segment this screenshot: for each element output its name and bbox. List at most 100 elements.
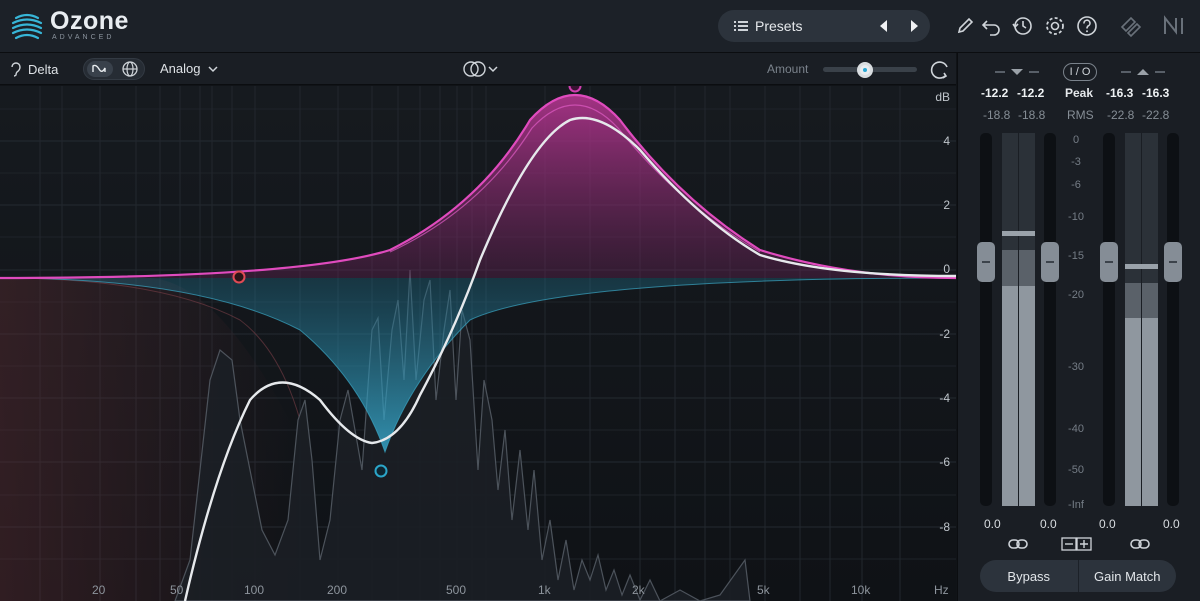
- output-gain-right-value[interactable]: 0.0: [1163, 517, 1180, 531]
- input-gain-left-value[interactable]: 0.0: [984, 517, 1001, 531]
- bypass-button[interactable]: Bypass: [980, 560, 1078, 592]
- reset-icon[interactable]: [930, 59, 952, 81]
- input-peak-hold: [1002, 231, 1035, 236]
- input-gain-left-slot[interactable]: [980, 133, 992, 506]
- bypass-gainmatch-bar: Bypass Gain Match: [980, 560, 1176, 592]
- input-gain-right-slot[interactable]: [1044, 133, 1056, 506]
- db-tick: -2: [939, 327, 950, 341]
- globe-icon: [122, 61, 138, 77]
- db-tick: -4: [939, 391, 950, 405]
- io-meters-panel: I / O -12.2 -12.2 Peak -16.3 -16.3 -18.8…: [957, 53, 1200, 601]
- output-rms-right: -22.8: [1142, 108, 1170, 122]
- presets-label[interactable]: Presets: [755, 18, 802, 34]
- hz-tick: 500: [446, 583, 467, 597]
- db-tick: 4: [943, 134, 950, 148]
- meter-scale-label: -Inf: [1068, 499, 1084, 511]
- hz-tick: 50: [170, 583, 184, 597]
- meter-scale-label: 0: [1072, 134, 1080, 146]
- band-node-high[interactable]: [568, 79, 582, 93]
- chevron-down-icon: [208, 65, 219, 72]
- hz-tick: 2k: [632, 583, 645, 597]
- meter-scale-label: -3: [1071, 156, 1081, 168]
- output-meter-left-rms: [1125, 283, 1141, 318]
- input-gain-left-fader[interactable]: [977, 242, 995, 282]
- input-rms-left: -18.8: [983, 108, 1011, 122]
- eq-display[interactable]: dB 4 2 0 -2 -4 -6 -8: [0, 79, 957, 601]
- input-collapse-icon[interactable]: [992, 67, 1042, 77]
- band-node-mid[interactable]: [374, 464, 388, 478]
- input-link-icon[interactable]: [1008, 537, 1028, 551]
- meter-scale-label: -50: [1068, 464, 1084, 476]
- stereo-mode-icon[interactable]: [462, 59, 500, 79]
- header-bar: Ozone ADVANCED Presets: [0, 0, 1200, 53]
- next-preset-icon[interactable]: [906, 18, 922, 34]
- previous-preset-icon[interactable]: [876, 18, 892, 34]
- db-unit-label: dB: [935, 90, 950, 104]
- ni-link-icon[interactable]: [1118, 13, 1144, 39]
- input-meter-left-rms: [1002, 250, 1018, 286]
- presets-bar[interactable]: Presets: [718, 10, 930, 42]
- peak-label: Peak: [1065, 86, 1094, 100]
- gain-match-button[interactable]: Gain Match: [1079, 560, 1177, 592]
- input-meter-left-level: [1002, 286, 1018, 506]
- output-collapse-icon[interactable]: [1118, 67, 1168, 77]
- output-rms-left: -22.8: [1107, 108, 1135, 122]
- band-node-low[interactable]: [232, 270, 246, 284]
- amount-slider-thumb[interactable]: [857, 62, 874, 78]
- view-mode-switch[interactable]: [83, 58, 145, 80]
- io-link-button[interactable]: I / O: [1063, 63, 1097, 81]
- history-icon[interactable]: [1011, 15, 1033, 37]
- undo-icon[interactable]: [980, 15, 1002, 37]
- output-peak-hold: [1125, 264, 1158, 269]
- input-peak-left: -12.2: [981, 86, 1009, 100]
- mode-globe-button[interactable]: [117, 61, 143, 77]
- meter-scale-label: -15: [1068, 250, 1084, 262]
- eq-toolbar: Delta Analog Amount: [0, 53, 956, 85]
- input-gain-right-fader[interactable]: [1041, 242, 1059, 282]
- output-gain-left-slot[interactable]: [1103, 133, 1115, 506]
- db-tick: 2: [943, 198, 950, 212]
- meter-scale-label: -6: [1071, 179, 1081, 191]
- output-gain-right-slot[interactable]: [1167, 133, 1179, 506]
- hz-tick: 200: [327, 583, 348, 597]
- hz-tick: 100: [244, 583, 265, 597]
- output-meter-left-level: [1125, 318, 1141, 506]
- input-rms-right: -18.8: [1018, 108, 1046, 122]
- brand-title: Ozone: [50, 7, 129, 35]
- db-tick: 0: [943, 262, 950, 276]
- brand-subtitle: ADVANCED: [52, 34, 115, 41]
- hz-tick: 5k: [757, 583, 770, 597]
- meter-scale-label: -10: [1068, 211, 1084, 223]
- input-meter-right-level: [1019, 286, 1035, 506]
- output-gain-right-fader[interactable]: [1164, 242, 1182, 282]
- db-tick: -8: [939, 520, 950, 534]
- filter-mode-label: Analog: [160, 61, 201, 76]
- output-meter-right-level: [1142, 318, 1158, 506]
- hz-tick: 20: [92, 583, 106, 597]
- output-peak-left: -16.3: [1106, 86, 1134, 100]
- output-meter-right-rms: [1142, 283, 1158, 318]
- mode-curve-button[interactable]: [87, 61, 113, 77]
- hz-tick: 1k: [538, 583, 551, 597]
- pencil-icon[interactable]: [954, 15, 976, 37]
- ni-logo-icon[interactable]: [1162, 14, 1190, 38]
- output-gain-left-fader[interactable]: [1100, 242, 1118, 282]
- delta-toggle[interactable]: Delta: [10, 60, 58, 78]
- gain-stepper-icon[interactable]: [1061, 537, 1095, 551]
- meter-scale-label: -30: [1068, 361, 1084, 373]
- eq-graph[interactable]: [0, 79, 957, 601]
- hz-tick: 10k: [851, 583, 871, 597]
- output-link-icon[interactable]: [1130, 537, 1150, 551]
- meter-scale-label: -40: [1068, 423, 1084, 435]
- wave-icon: [92, 64, 106, 72]
- rms-label: RMS: [1067, 108, 1094, 122]
- input-gain-right-value[interactable]: 0.0: [1040, 517, 1057, 531]
- help-icon[interactable]: [1076, 15, 1098, 37]
- gear-icon[interactable]: [1044, 15, 1066, 37]
- filter-mode-dropdown[interactable]: Analog: [160, 61, 219, 76]
- meter-scale-label: -20: [1068, 289, 1084, 301]
- ear-icon: [11, 62, 21, 77]
- delta-label: Delta: [28, 61, 59, 77]
- output-gain-left-value[interactable]: 0.0: [1099, 517, 1116, 531]
- ozone-logo-icon: [11, 13, 43, 40]
